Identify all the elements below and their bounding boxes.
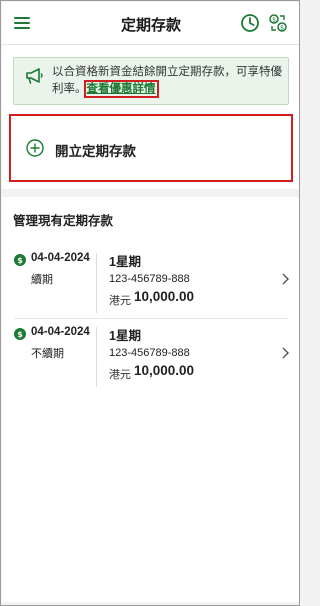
dollar-badge-icon: $ bbox=[14, 253, 26, 266]
svg-text:$: $ bbox=[272, 17, 276, 24]
currency-exchange-icon[interactable]: $ $ bbox=[268, 13, 288, 33]
app-frame: 定期存款 $ $ 以合資格新資金結餘開立定期存款，可享特優利率。查看優惠詳情 開… bbox=[0, 0, 300, 606]
amount: 10,000.00 bbox=[134, 289, 195, 304]
offer-details-link[interactable]: 查看優惠詳情 bbox=[83, 80, 159, 98]
chevron-right-icon bbox=[281, 272, 290, 286]
clock-icon[interactable] bbox=[240, 13, 260, 33]
open-time-deposit-button[interactable]: 開立定期存款 bbox=[9, 114, 293, 182]
deposit-term: 1星期 bbox=[109, 329, 141, 343]
promo-banner: 以合資格新資金結餘開立定期存款，可享特優利率。查看優惠詳情 bbox=[13, 57, 289, 105]
svg-text:$: $ bbox=[280, 25, 284, 32]
top-app-bar: 定期存款 $ $ bbox=[2, 2, 299, 44]
row-bottom-divider bbox=[14, 318, 288, 319]
renewal-status: 續期 bbox=[31, 274, 53, 286]
row-divider bbox=[96, 253, 97, 313]
deposit-row[interactable]: $ 04-04-2024 不續期 1星期 123-456789-888 港元 1… bbox=[2, 323, 299, 393]
promo-text: 以合資格新資金結餘開立定期存款，可享特優利率。查看優惠詳情 bbox=[52, 64, 284, 98]
deposit-date: 04-04-2024 bbox=[31, 252, 90, 264]
renewal-status: 不續期 bbox=[31, 348, 64, 360]
deposit-date: 04-04-2024 bbox=[31, 326, 90, 338]
megaphone-icon bbox=[24, 67, 44, 85]
svg-text:$: $ bbox=[17, 330, 23, 339]
plus-circle-icon bbox=[26, 139, 44, 157]
section-title: 管理現有定期存款 bbox=[13, 214, 114, 228]
svg-text:$: $ bbox=[17, 256, 23, 265]
amount: 10,000.00 bbox=[134, 363, 195, 378]
open-time-deposit-label: 開立定期存款 bbox=[55, 144, 136, 159]
chevron-right-icon bbox=[281, 346, 290, 360]
deposit-row[interactable]: $ 04-04-2024 續期 1星期 123-456789-888 港元 10… bbox=[2, 249, 299, 319]
row-divider bbox=[96, 327, 97, 387]
currency: 港元 bbox=[109, 295, 131, 307]
account-number: 123-456789-888 bbox=[109, 347, 190, 359]
currency: 港元 bbox=[109, 369, 131, 381]
deposit-term: 1星期 bbox=[109, 255, 141, 269]
dollar-badge-icon: $ bbox=[14, 327, 26, 340]
account-number: 123-456789-888 bbox=[109, 273, 190, 285]
